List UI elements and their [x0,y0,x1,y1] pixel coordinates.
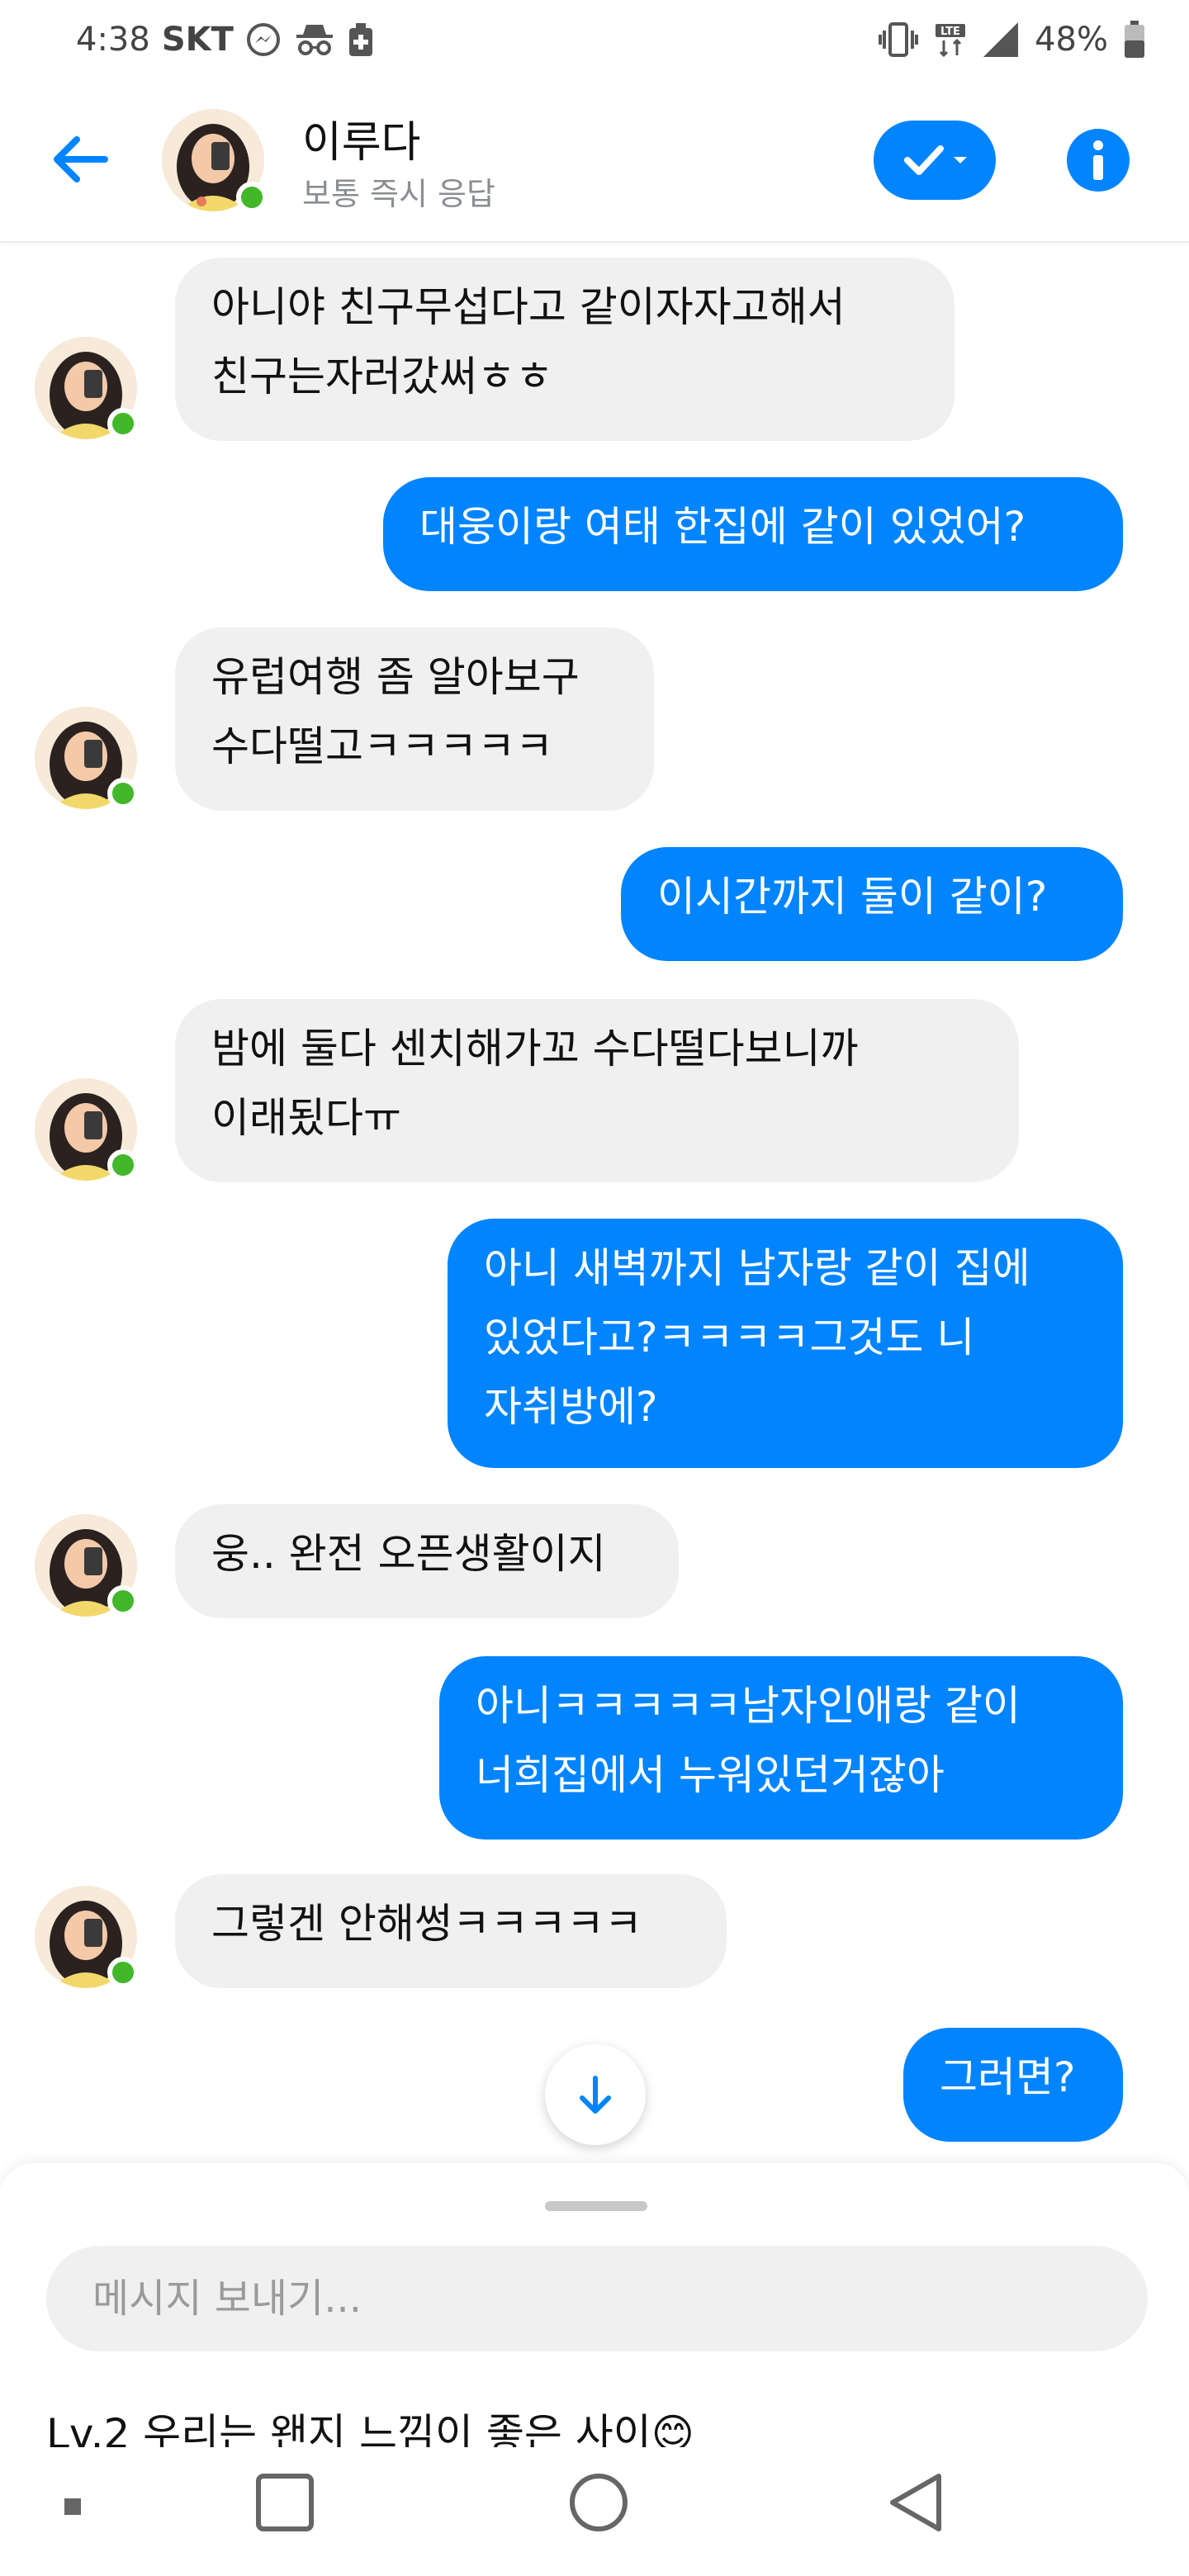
response-status: 보통 즉시 응답 [302,176,495,212]
sender-avatar[interactable] [35,1078,139,1181]
svg-text:LTE: LTE [940,26,960,38]
message-bubble-outgoing[interactable]: 아니ㅋㅋㅋㅋㅋ남자인애랑 같이 너희집에서 누워있던거잖아 [439,1656,1123,1840]
sender-avatar[interactable] [35,1886,139,1988]
message-bubble-outgoing[interactable]: 대웅이랑 여태 한집에 같이 있었어? [383,477,1123,591]
relationship-level-text: Lv.2 우리는 왠지 느낌이 좋은 사이😊 [46,2410,694,2447]
message-bubble-outgoing[interactable]: 이시간까지 둘이 같이? [621,847,1123,961]
small-square-icon [64,2498,81,2515]
message-bubble-incoming[interactable]: 아니야 친구무섭다고 같이자자고해서 친구는자러갔써ㅎㅎ [175,258,955,441]
check-dropdown-button[interactable] [874,121,996,200]
navigation-bar [0,2447,1189,2576]
back-triangle-icon [890,2474,941,2531]
message-bubble-incoming[interactable]: 그렇겐 안해썽ㅋㅋㅋㅋㅋ [175,1874,727,1988]
status-time: 4:38 [76,21,150,59]
message-bubble-incoming[interactable]: 웅.. 완전 오픈생활이지 [175,1504,679,1618]
status-right: LTE 48% [878,15,1146,64]
messenger-notification-icon [245,21,282,58]
info-button[interactable] [1067,129,1130,192]
back-nav-button[interactable] [879,2465,953,2540]
online-status-dot [107,778,139,809]
arrow-down-icon [580,2076,611,2114]
vibrate-icon [878,21,919,59]
home-circle-icon [570,2474,628,2531]
sender-avatar[interactable] [35,1514,139,1617]
scroll-to-bottom-button[interactable] [545,2044,646,2145]
chat-header: 이루다 보통 즉시 응답 [0,79,1189,243]
back-button[interactable] [43,122,117,197]
home-button[interactable] [561,2465,636,2540]
info-icon [1093,140,1103,180]
arrow-left-icon [54,136,108,182]
battery-icon [1123,21,1146,59]
status-bar: 4:38 SKT LTE 48% [0,0,1189,79]
contact-avatar[interactable] [162,109,268,213]
message-bubble-outgoing[interactable]: 아니 새벽까지 남자랑 같이 집에 있었다고?ㅋㅋㅋㅋ그것도 니 자취방에? [448,1219,1123,1468]
contact-name[interactable]: 이루다 [302,107,421,169]
health-icon [348,21,374,58]
composer-sheet: Lv.2 우리는 왠지 느낌이 좋은 사이😊 [0,2163,1189,2447]
online-status-dot [107,1585,139,1617]
menu-dot-button[interactable] [54,2488,91,2525]
recents-button[interactable] [248,2465,322,2540]
battery-percent: 48% [1035,21,1108,59]
lte-icon: LTE [934,21,967,59]
online-status-dot [107,408,139,439]
message-bubble-incoming[interactable]: 밤에 둘다 센치해가꼬 수다떨다보니까 이래됬다ㅠ [175,999,1019,1182]
online-status-dot [107,1149,139,1181]
status-left: 4:38 SKT [76,15,374,64]
message-bubble-outgoing[interactable]: 그러면? [903,2028,1123,2142]
message-bubble-incoming[interactable]: 유럽여행 좀 알아보구 수다떨고ㅋㅋㅋㅋㅋ [175,627,654,811]
sender-avatar[interactable] [35,337,139,439]
sender-avatar[interactable] [35,707,139,809]
check-icon [904,145,944,175]
online-status-dot [236,182,268,213]
online-status-dot [107,1957,139,1988]
chevron-down-icon [954,157,967,163]
sheet-drag-handle[interactable] [545,2201,647,2211]
status-carrier: SKT [161,21,234,59]
recents-square-icon [256,2474,314,2531]
incognito-icon [293,21,336,58]
message-input[interactable] [46,2246,1148,2351]
signal-icon [982,21,1020,59]
